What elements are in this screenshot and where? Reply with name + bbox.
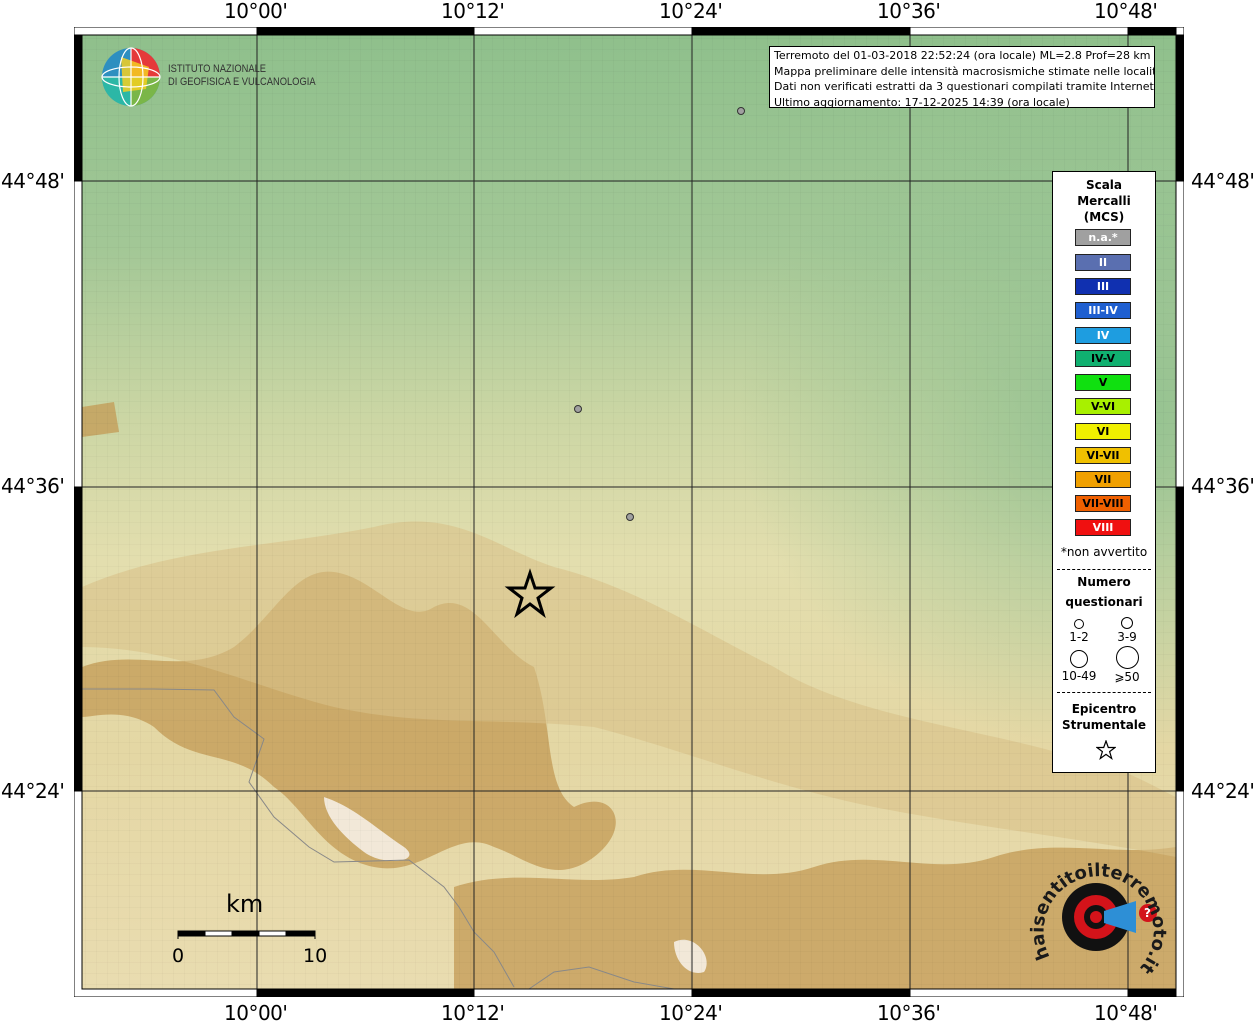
scale-end: 10 — [303, 945, 328, 967]
intensity-swatch: II — [1075, 254, 1131, 271]
size-label: 3-9 — [1117, 630, 1137, 644]
left-axis-label: 44°36' — [1, 474, 65, 498]
left-axis-label: 44°48' — [1, 169, 65, 193]
relief-map[interactable]: ? haisentitoilterremoto.it — [74, 27, 1184, 997]
count-title-line: questionari — [1065, 595, 1143, 609]
size-label: 10-49 — [1061, 669, 1097, 683]
legend-title: Scala Mercalli (MCS) — [1053, 177, 1155, 225]
observation-point — [737, 107, 745, 115]
legend-title-line: Mercalli — [1077, 194, 1131, 208]
intensity-swatch: IV-V — [1075, 350, 1131, 367]
intensity-swatch: III — [1075, 278, 1131, 295]
ingv-logo-icon — [101, 47, 161, 107]
legend: Scala Mercalli (MCS) n.a.* II III III-IV IV I… — [1052, 171, 1156, 773]
size-label: 1-2 — [1069, 630, 1089, 644]
top-axis-label: 10°00' — [224, 0, 288, 23]
not-felt-note: *non avvertito — [1060, 545, 1148, 559]
observation-point — [574, 405, 582, 413]
intensity-swatch: V-VI — [1075, 398, 1131, 415]
right-axis-label: 44°24' — [1191, 779, 1255, 803]
bottom-axis-label: 10°24' — [659, 1001, 723, 1025]
intensity-swatch: VI-VII — [1075, 447, 1131, 464]
epicenter-title: Epicentro Strumentale — [1053, 701, 1155, 733]
event-info-box: Terremoto del 01-03-2018 22:52:24 (ora l… — [769, 46, 1155, 108]
size-circle-4 — [1116, 646, 1139, 669]
intensity-swatch: VIII — [1075, 519, 1131, 536]
intensity-swatch: VII-VIII — [1075, 495, 1131, 512]
intensity-swatch: n.a.* — [1075, 229, 1131, 246]
info-line: Ultimo aggiornamento: 17-12-2025 14:39 (… — [774, 95, 1070, 108]
bottom-axis-label: 10°00' — [224, 1001, 288, 1025]
count-title-line: Numero — [1077, 575, 1131, 589]
scale-unit: km — [226, 890, 264, 918]
legend-title-line: Scala — [1085, 178, 1123, 192]
right-axis-label: 44°36' — [1191, 474, 1255, 498]
top-axis-label: 10°48' — [1094, 0, 1158, 23]
right-axis-label: 44°48' — [1191, 169, 1255, 193]
institute-name: ISTITUTO NAZIONALE DI GEOFISICA E VULCAN… — [168, 63, 316, 89]
info-line: Dati non verificati estratti da 3 questi… — [774, 80, 1155, 93]
legend-divider — [1057, 569, 1151, 570]
bottom-axis-label: 10°48' — [1094, 1001, 1158, 1025]
info-line: Terremoto del 01-03-2018 22:52:24 (ora l… — [774, 49, 1151, 62]
intensity-swatch: III-IV — [1075, 302, 1131, 319]
intensity-swatch: VII — [1075, 471, 1131, 488]
bottom-axis-label: 10°12' — [441, 1001, 505, 1025]
institute-line: DI GEOFISICA E VULCANOLOGIA — [168, 76, 316, 88]
size-label: ⩾50 — [1114, 670, 1140, 684]
top-axis-label: 10°12' — [441, 0, 505, 23]
top-axis-label: 10°24' — [659, 0, 723, 23]
count-title: Numero questionari — [1053, 574, 1155, 610]
intensity-swatch: V — [1075, 374, 1131, 391]
size-circle-3 — [1070, 650, 1088, 668]
intensity-swatch: IV — [1075, 327, 1131, 344]
left-axis-label: 44°24' — [1, 779, 65, 803]
observation-point — [626, 513, 634, 521]
intensity-swatch: VI — [1075, 423, 1131, 440]
institute-line: ISTITUTO NAZIONALE — [168, 63, 267, 75]
scale-start: 0 — [172, 945, 185, 967]
epicenter-title-line: Epicentro — [1071, 702, 1137, 716]
top-axis-label: 10°36' — [877, 0, 941, 23]
epicenter-title-line: Strumentale — [1061, 718, 1147, 732]
legend-title-line: (MCS) — [1083, 210, 1125, 224]
legend-divider — [1057, 692, 1151, 693]
size-circle-2 — [1121, 617, 1133, 629]
star-icon — [1096, 740, 1116, 760]
info-line: Mappa preliminare delle intensità macros… — [774, 64, 1155, 78]
size-circle-1 — [1074, 619, 1084, 629]
bottom-axis-label: 10°36' — [877, 1001, 941, 1025]
